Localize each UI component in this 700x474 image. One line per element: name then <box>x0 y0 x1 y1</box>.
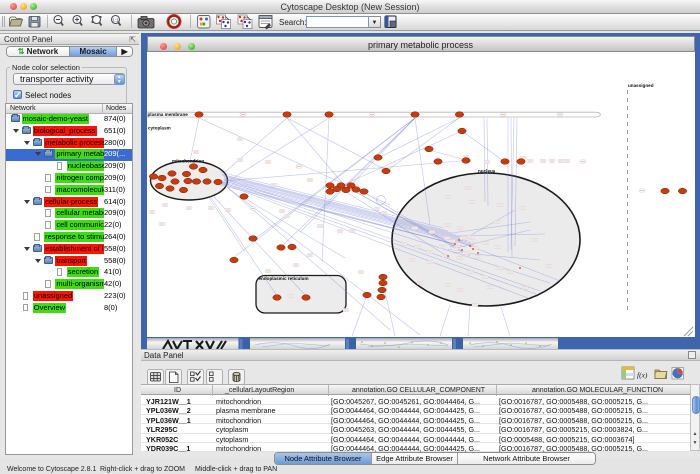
svg-text:plasma membrane: plasma membrane <box>147 112 188 117</box>
svg-text:nucleus: nucleus <box>478 169 496 174</box>
svg-text:f(x): f(x) <box>637 371 648 380</box>
svg-text:unassigned: unassigned <box>628 83 654 88</box>
svg-text:cytoplasm: cytoplasm <box>148 126 171 131</box>
svg-text:endoplasmic reticulum: endoplasmic reticulum <box>258 276 308 281</box>
svg-text:mitochondrion: mitochondrion <box>172 159 204 164</box>
svg-text:1:1: 1:1 <box>112 18 119 23</box>
